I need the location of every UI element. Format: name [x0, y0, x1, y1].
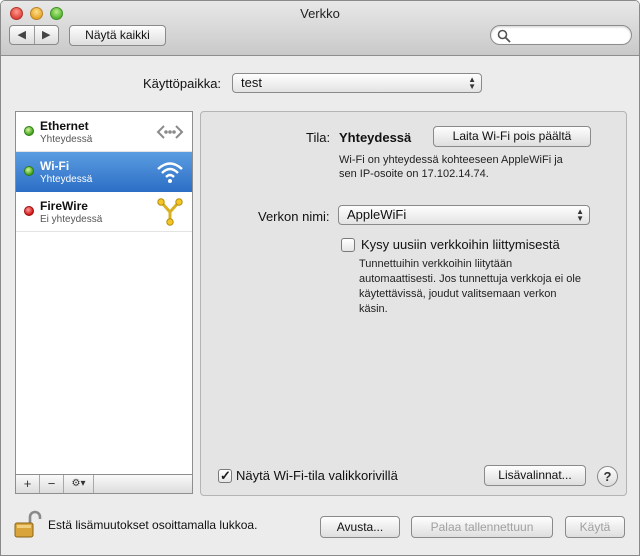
search-field[interactable] — [490, 25, 632, 45]
advanced-button[interactable]: Lisävalinnat... — [484, 465, 586, 486]
detail-panel: Tila: Yhteydessä Laita Wi-Fi pois päältä… — [200, 111, 627, 496]
status-dot-connected — [24, 126, 34, 136]
status-description-line2: sen IP-osoite on 17.102.14.74. — [339, 168, 489, 180]
service-status: Yhteydessä — [40, 134, 93, 145]
turn-wifi-off-button[interactable]: Laita Wi-Fi pois päältä — [433, 126, 591, 147]
show-all-button[interactable]: Näytä kaikki — [69, 25, 166, 46]
service-name: Ethernet — [40, 119, 89, 133]
ask-join-description-line4: käsin. — [359, 303, 388, 315]
revert-button[interactable]: Palaa tallennettuun — [411, 516, 553, 538]
location-popup[interactable]: test ▲ ▼ — [232, 73, 482, 93]
ethernet-icon — [156, 125, 184, 139]
back-forward-control: ◀ ▶ — [9, 25, 59, 45]
ask-join-description-line2: automaattisesti. Jos tunnettuja verkkoja… — [359, 273, 581, 285]
service-name: FireWire — [40, 199, 88, 213]
toolbar: Verkko ◀ ▶ Näytä kaikki — [1, 1, 639, 56]
network-name-label: Verkon nimi: — [258, 209, 330, 224]
magnifier-icon — [497, 29, 511, 43]
service-item-wifi[interactable]: Wi-Fi Yhteydessä — [16, 152, 192, 192]
network-preferences-window: Verkko ◀ ▶ Näytä kaikki Käyttöpaikka: te… — [0, 0, 640, 556]
network-name-value: AppleWiFi — [347, 207, 407, 222]
ask-join-description-line1: Tunnettuihin verkkoihin liitytään — [359, 258, 513, 270]
status-description-line1: Wi-Fi on yhteydessä kohteeseen AppleWiFi… — [339, 154, 563, 166]
ask-join-description-line3: käytettävissä, joudut valitsemaan verkon — [359, 288, 557, 300]
add-service-button[interactable]: + — [16, 475, 40, 493]
status-label: Tila: — [306, 130, 331, 145]
action-menu-button[interactable]: ⚙▾ — [64, 475, 94, 493]
unlocked-padlock-icon[interactable] — [13, 509, 43, 539]
apply-button[interactable]: Käytä — [565, 516, 625, 538]
status-dot-connected — [24, 166, 34, 176]
window-title: Verkko — [300, 6, 340, 21]
popup-arrows-icon: ▲ ▼ — [576, 207, 584, 223]
location-value: test — [241, 75, 262, 90]
ask-join-checkbox[interactable] — [341, 238, 355, 252]
status-value: Yhteydessä — [339, 130, 412, 145]
back-button[interactable]: ◀ — [10, 26, 35, 44]
location-label: Käyttöpaikka: — [143, 76, 222, 91]
ask-join-label[interactable]: Kysy uusiin verkkoihin liittymisestä — [361, 237, 560, 252]
service-list-toolbar: + − ⚙▾ — [15, 475, 193, 494]
popup-arrows-icon: ▲ ▼ — [468, 75, 476, 91]
service-name: Wi-Fi — [40, 159, 70, 173]
wifi-icon — [157, 162, 183, 183]
service-list: Ethernet Yhteydessä Wi-Fi Yhteydessä Fir… — [15, 111, 193, 475]
firewire-icon — [157, 198, 183, 226]
remove-service-button[interactable]: − — [40, 475, 64, 493]
assist-button[interactable]: Avusta... — [320, 516, 400, 538]
service-status: Ei yhteydessä — [40, 214, 103, 225]
help-button[interactable]: ? — [597, 466, 618, 487]
show-wifi-status-checkbox[interactable] — [218, 468, 232, 484]
network-name-popup[interactable]: AppleWiFi ▲ ▼ — [338, 205, 590, 225]
service-item-ethernet[interactable]: Ethernet Yhteydessä — [16, 112, 192, 152]
status-dot-disconnected — [24, 206, 34, 216]
forward-button[interactable]: ▶ — [35, 26, 59, 44]
lock-instruction-text: Estä lisämuutokset osoittamalla lukkoa. — [48, 518, 258, 532]
show-wifi-status-label[interactable]: Näytä Wi-Fi-tila valikkorivillä — [236, 468, 398, 483]
service-status: Yhteydessä — [40, 174, 93, 185]
service-item-firewire[interactable]: FireWire Ei yhteydessä — [16, 192, 192, 232]
